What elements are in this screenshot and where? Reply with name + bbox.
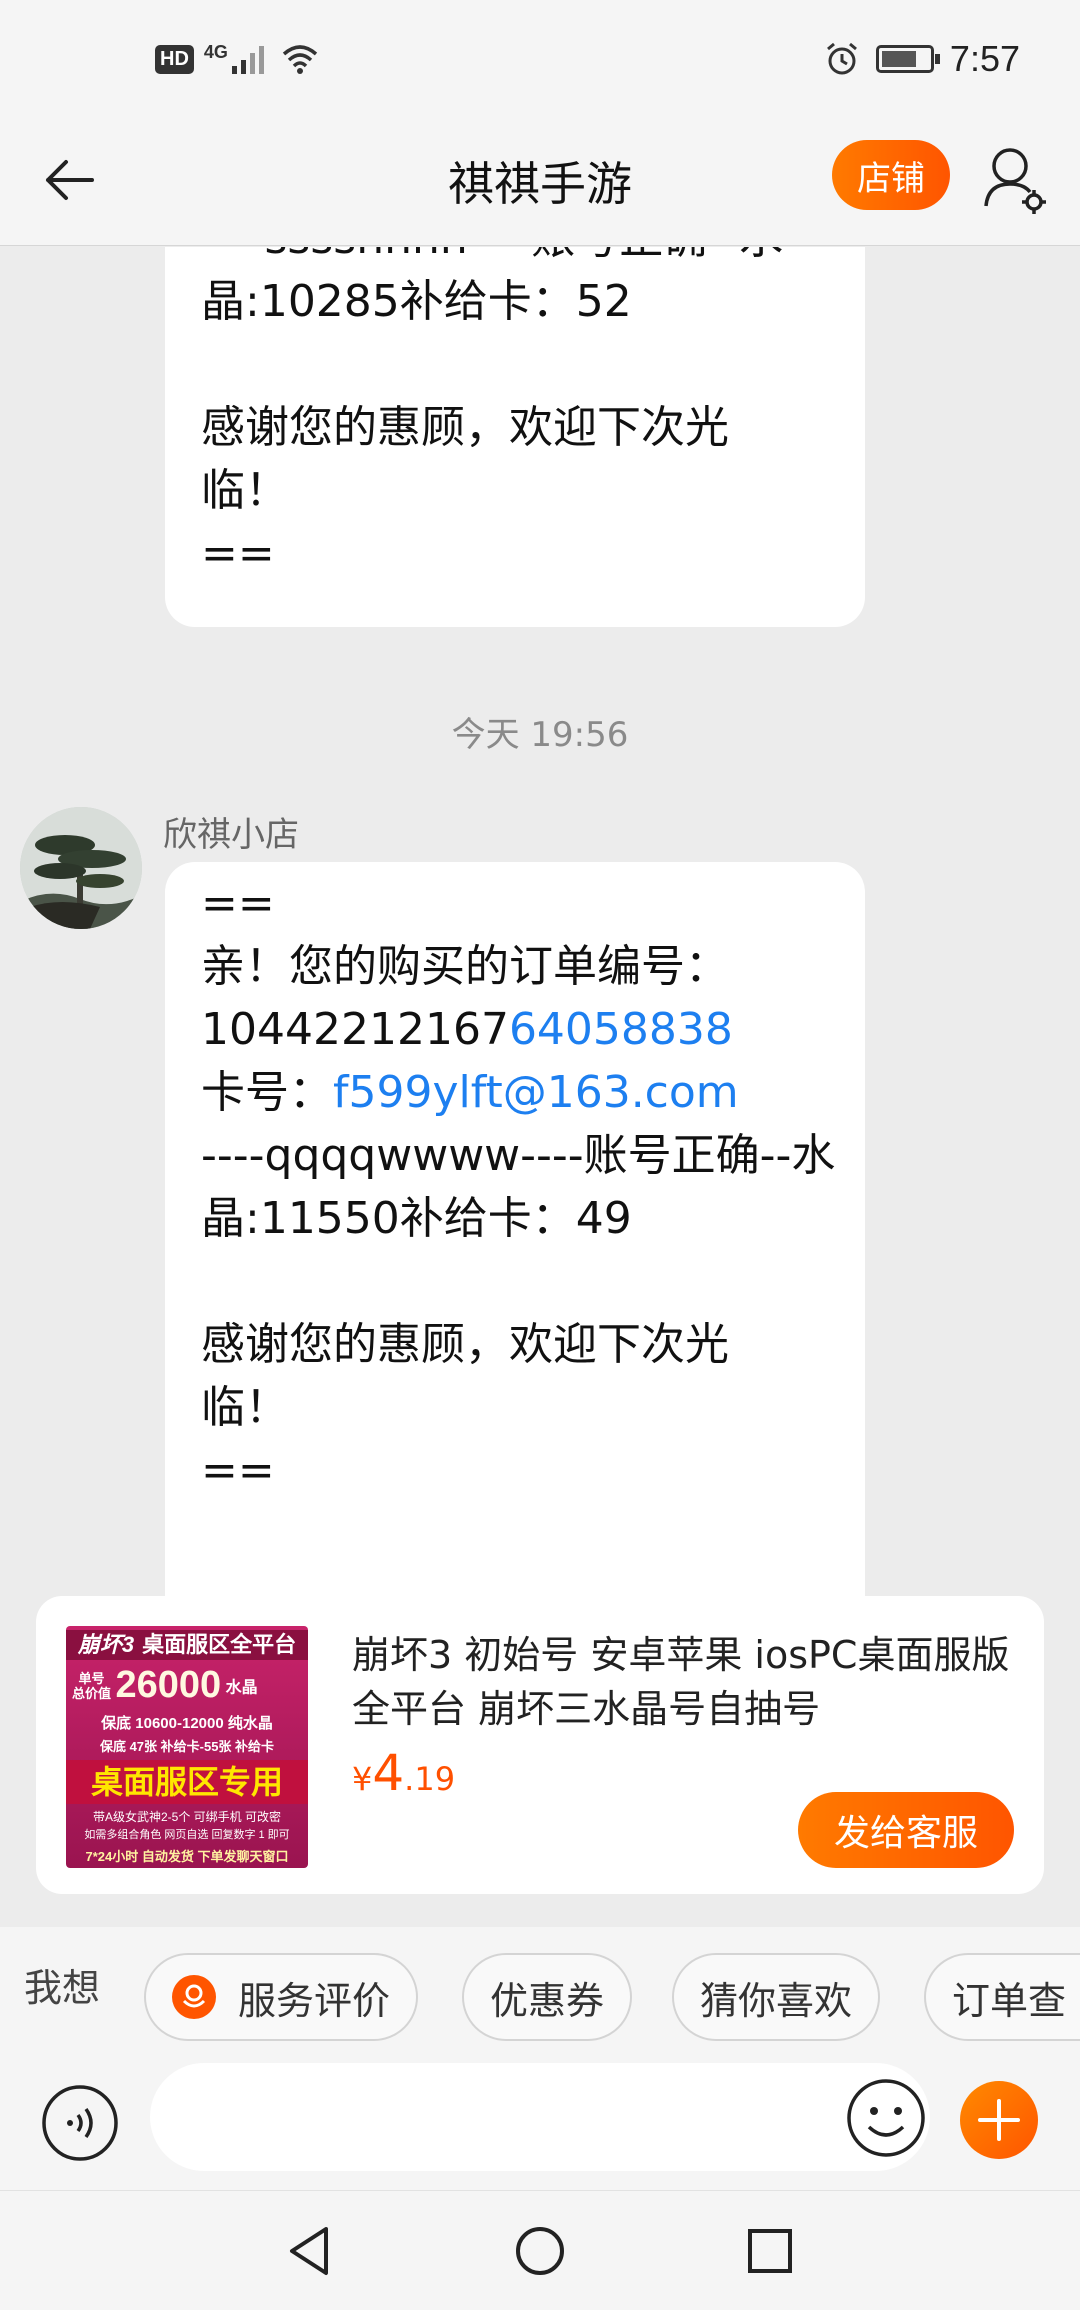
smiley-icon[interactable] xyxy=(845,2077,927,2159)
message-bubble: ----ssssnnnn----账号正确--水 晶:10285补给卡：52 感谢… xyxy=(165,247,865,627)
chip-guess-you-like[interactable]: 猜你喜欢 xyxy=(672,1953,881,2041)
product-image-number: 26000 xyxy=(115,1664,222,1706)
product-image-banner: 桌面服区专用 xyxy=(66,1760,308,1804)
price-symbol: ¥ xyxy=(352,1760,373,1798)
message-line: == xyxy=(201,1445,275,1496)
card-label: 卡号： xyxy=(201,1067,333,1118)
product-image-label2: 总价值 xyxy=(72,1685,112,1701)
product-image-top-text: 桌面服区全平台 xyxy=(142,1632,297,1657)
price-decimal: .19 xyxy=(404,1760,456,1798)
message-timestamp: 今天 19:56 xyxy=(451,715,629,755)
product-image-top: 崩坏3 桌面服区全平台 xyxy=(66,1630,308,1660)
square-recent-icon[interactable] xyxy=(740,2221,800,2281)
product-image-row5: 带A级女武神2-5个 可绑手机 可改密 xyxy=(92,1810,282,1824)
input-bar xyxy=(0,2047,1080,2190)
status-right: 7:57 xyxy=(824,38,1020,80)
hd-badge: HD xyxy=(155,44,194,74)
user-settings-icon[interactable] xyxy=(980,140,1050,220)
product-price: ¥4.19 xyxy=(352,1744,455,1802)
product-image-brand: 崩坏3 xyxy=(77,1632,135,1657)
product-image-row3: 保底 47张 补给卡-55张 补给卡 xyxy=(99,1739,275,1754)
message-line: 晶:11550补给卡：49 xyxy=(201,1193,632,1244)
signal-icon xyxy=(231,46,264,74)
order-number-link[interactable]: 64058838 xyxy=(509,1004,733,1055)
message-line: 临！ xyxy=(201,465,289,516)
product-card[interactable]: 崩坏3 桌面服区全平台 单号 总价值 26000 水晶 保底 10600-12000… xyxy=(36,1596,1044,1894)
flower-icon xyxy=(172,1975,216,2019)
clock: 7:57 xyxy=(949,38,1020,79)
message-line: 临！ xyxy=(201,1382,289,1433)
shop-button[interactable]: 店铺 xyxy=(832,140,950,210)
chip-label: 订单查 xyxy=(952,1978,1067,2023)
battery-icon xyxy=(875,45,940,73)
message-input[interactable] xyxy=(150,2063,930,2171)
network-label: 4G xyxy=(203,42,228,62)
voice-icon[interactable] xyxy=(40,2083,120,2163)
wifi-icon xyxy=(282,45,318,74)
chip-label: 猜你喜欢 xyxy=(700,1978,853,2023)
send-to-service-button[interactable]: 发给客服 xyxy=(798,1792,1014,1868)
product-image-unit: 水晶 xyxy=(225,1679,258,1697)
pine-tree-avatar-image xyxy=(20,807,142,929)
message-line xyxy=(201,333,829,396)
message-line: 晶:10285补给卡：52 xyxy=(201,276,632,327)
message-line: 亲！您的购买的订单编号： xyxy=(201,941,729,992)
product-image-row2: 保底 10600-12000 纯水晶 xyxy=(101,1715,273,1732)
status-bar: HD 4G 7:57 xyxy=(0,0,1080,120)
product-title[interactable]: 崩坏3 初始号 安卓苹果 iosPC桌面服版全平台 崩坏三水晶号自抽号 xyxy=(352,1628,1012,1736)
message-line: == xyxy=(201,878,275,929)
product-image-label1: 单号 xyxy=(78,1670,105,1686)
circle-home-icon[interactable] xyxy=(510,2221,570,2281)
message-line: ----ssssnnnn----账号正确--水 xyxy=(201,247,829,270)
alarm-icon xyxy=(826,42,857,75)
card-number-line: 卡号：f599ylft@163.com xyxy=(201,1061,829,1124)
triangle-back-icon[interactable] xyxy=(280,2221,340,2281)
email-link[interactable]: f599ylft@163.com xyxy=(333,1067,739,1118)
chip-label: 优惠券 xyxy=(490,1978,605,2023)
chip-service-rating[interactable]: 服务评价 xyxy=(144,1953,419,2041)
plus-icon[interactable] xyxy=(960,2081,1038,2159)
product-image-big: 单号 总价值 26000 水晶 xyxy=(66,1664,308,1708)
avatar[interactable] xyxy=(20,807,142,929)
message-line: 感谢您的惠顾，欢迎下次光 xyxy=(201,402,729,453)
sender-name: 欣祺小店 xyxy=(163,815,299,855)
price-integer: 4 xyxy=(372,1744,405,1802)
quick-reply-bar: 我想 服务评价 优惠券 猜你喜欢 订单查 xyxy=(0,1927,1080,2047)
product-image-row6: 如需多组合角色 网页自选 回复数字 1 即可 xyxy=(84,1829,290,1841)
chip-order-query[interactable]: 订单查 xyxy=(924,1953,1080,2041)
quick-reply-label: 我想 xyxy=(24,1966,101,2010)
message-line xyxy=(201,1250,829,1313)
status-left: HD 4G xyxy=(155,42,320,76)
product-image-row7: 7*24小时 自动发货 下单发聊天窗口 xyxy=(85,1849,289,1864)
message-line: == xyxy=(201,528,275,579)
message-line: ----qqqqwwww----账号正确--水 xyxy=(201,1130,836,1181)
message-line: 感谢您的惠顾，欢迎下次光 xyxy=(201,1319,729,1370)
system-nav-bar xyxy=(0,2190,1080,2310)
chip-label: 服务评价 xyxy=(238,1978,391,2023)
chat-header: 祺祺手游 店铺 xyxy=(0,120,1080,246)
chip-coupon[interactable]: 优惠券 xyxy=(462,1953,633,2041)
order-number-line: 1044221216764058838 xyxy=(201,998,829,1061)
product-image[interactable]: 崩坏3 桌面服区全平台 单号 总价值 26000 水晶 保底 10600-12000… xyxy=(66,1626,308,1868)
order-number-prefix: 10442212167 xyxy=(201,1004,509,1055)
